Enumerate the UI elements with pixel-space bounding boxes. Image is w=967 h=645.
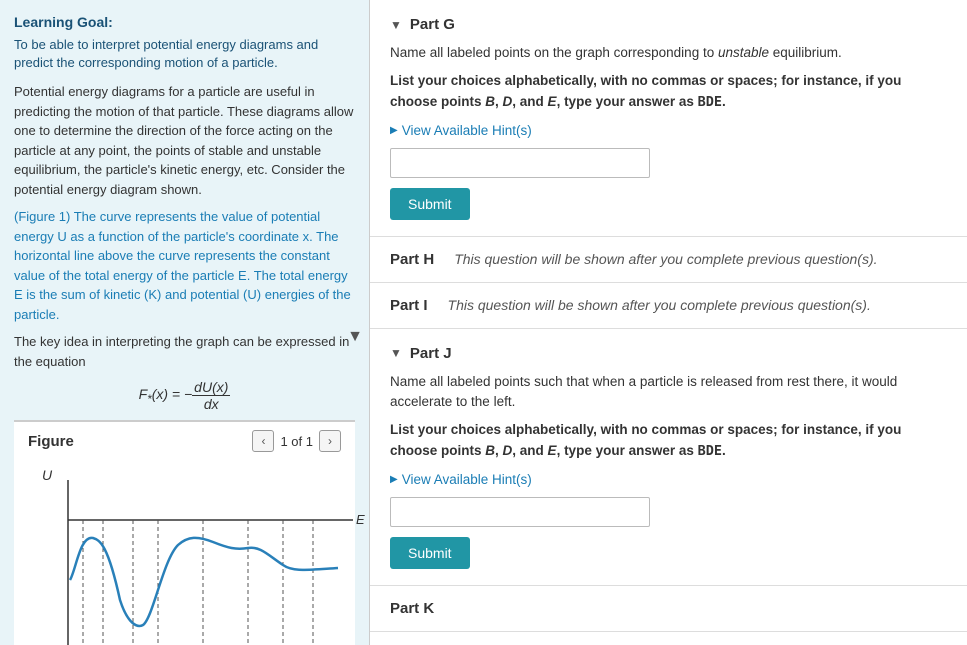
prev-figure-button[interactable]: ‹	[252, 430, 274, 452]
graph-container: U E x A B	[28, 460, 368, 645]
part-h-label: Part H	[390, 251, 434, 268]
paragraph-2: (Figure 1) The curve represents the valu…	[14, 207, 355, 324]
left-panel: Learning Goal: To be able to interpret p…	[0, 0, 370, 645]
part-k-section: Part K	[370, 586, 967, 632]
equation: F*(x) = −dU(x)dx	[14, 379, 355, 412]
next-figure-button[interactable]: ›	[319, 430, 341, 452]
part-h-pending: This question will be shown after you co…	[454, 251, 877, 267]
collapse-arrow[interactable]: ▼	[347, 328, 363, 346]
part-g-submit-button[interactable]: Submit	[390, 188, 470, 220]
paragraph-3: The key idea in interpreting the graph c…	[14, 332, 355, 371]
figure-title: Figure	[28, 433, 74, 450]
part-i-pending: This question will be shown after you co…	[448, 297, 871, 313]
part-g-section: ▼ Part G Name all labeled points on the …	[370, 0, 967, 237]
part-i-section: Part I This question will be shown after…	[370, 283, 967, 329]
part-j-label: Part J	[410, 345, 452, 362]
part-j-submit-button[interactable]: Submit	[390, 537, 470, 569]
potential-energy-graph: U E x A B	[28, 460, 368, 645]
svg-text:E: E	[356, 512, 365, 527]
figure-header: Figure ‹ 1 of 1 ›	[28, 430, 341, 452]
paragraph-1: Potential energy diagrams for a particle…	[14, 82, 355, 199]
part-g-question: Name all labeled points on the graph cor…	[390, 43, 947, 63]
svg-text:U: U	[42, 467, 53, 483]
part-h-section: Part H This question will be shown after…	[370, 237, 967, 283]
part-j-collapse-icon[interactable]: ▼	[390, 346, 402, 360]
figure-section: Figure ‹ 1 of 1 › U E x	[14, 420, 355, 645]
part-k-label: Part K	[390, 600, 434, 617]
learning-goal-desc: To be able to interpret potential energy…	[14, 36, 355, 72]
right-panel: ▼ Part G Name all labeled points on the …	[370, 0, 967, 645]
part-j-answer-input[interactable]	[390, 497, 650, 527]
part-j-header: ▼ Part J	[390, 345, 947, 362]
learning-goal-title: Learning Goal:	[14, 14, 355, 30]
figure-nav: ‹ 1 of 1 ›	[252, 430, 341, 452]
part-j-view-hint[interactable]: View Available Hint(s)	[390, 472, 532, 487]
part-g-answer-input[interactable]	[390, 148, 650, 178]
figure-count: 1 of 1	[280, 434, 313, 449]
part-g-view-hint[interactable]: View Available Hint(s)	[390, 123, 532, 138]
part-g-header: ▼ Part G	[390, 16, 947, 33]
part-j-note: List your choices alphabetically, with n…	[390, 420, 947, 461]
part-g-collapse-icon[interactable]: ▼	[390, 18, 402, 32]
part-g-note: List your choices alphabetically, with n…	[390, 71, 947, 112]
part-i-label: Part I	[390, 297, 428, 314]
part-g-label: Part G	[410, 16, 455, 33]
part-j-section: ▼ Part J Name all labeled points such th…	[370, 329, 967, 586]
part-j-question: Name all labeled points such that when a…	[390, 372, 947, 413]
